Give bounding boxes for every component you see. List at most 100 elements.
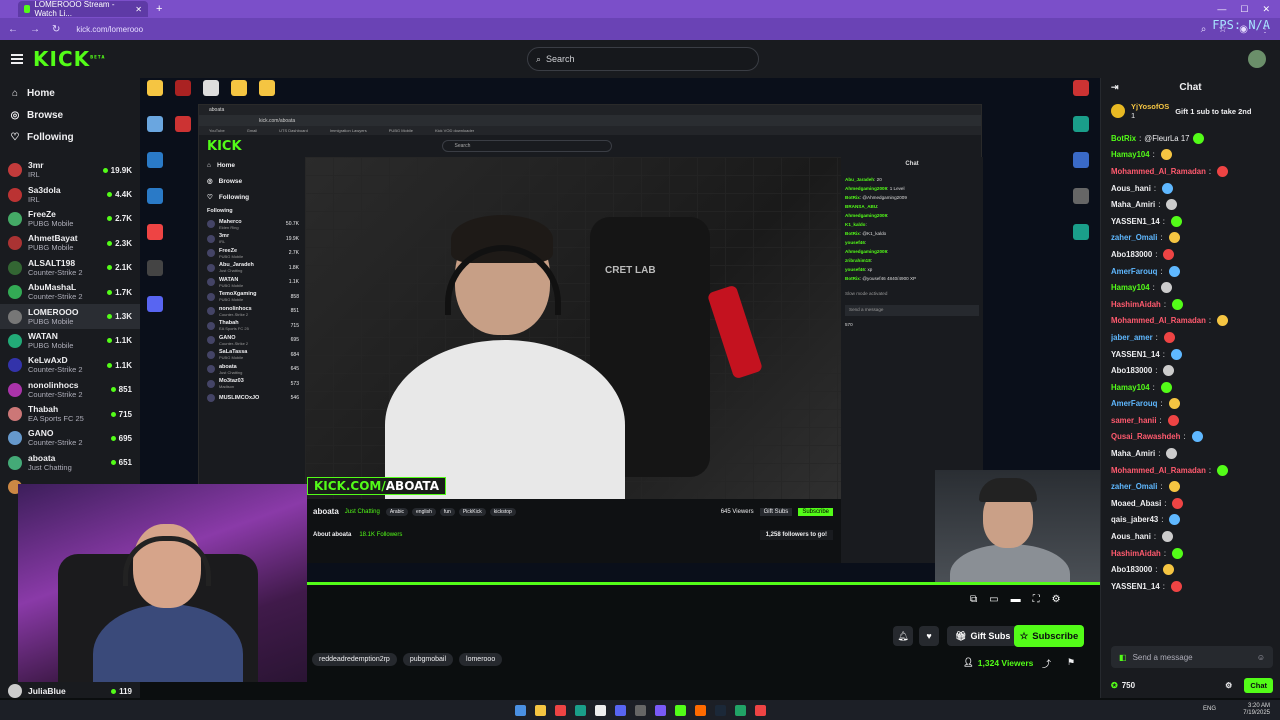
chat-username[interactable]: Maha_Amiri — [1111, 200, 1155, 209]
chat-username[interactable]: Hamay104 — [1111, 283, 1150, 292]
excel-icon[interactable] — [734, 704, 746, 716]
chat-send-button[interactable]: Chat — [1244, 677, 1273, 693]
chat-username[interactable]: samer_hanii — [1111, 416, 1157, 425]
settings-gear-icon[interactable]: ⚙ — [1052, 594, 1061, 605]
browser-tab[interactable]: LOMEROOO Stream - Watch Li... ✕ — [18, 0, 148, 18]
chat-username[interactable]: Maha_Amiri — [1111, 449, 1155, 458]
sidebar-item-juliablue[interactable]: JuliaBlue 119 — [0, 684, 140, 698]
clip-icon[interactable]: ▭ — [989, 594, 998, 605]
chat-username[interactable]: jaber_amer — [1111, 333, 1153, 342]
zoom-icon[interactable]: ⌕ — [1201, 24, 1207, 35]
new-tab-icon[interactable]: + — [156, 3, 162, 15]
reload-icon[interactable]: ↻ — [52, 24, 60, 35]
chat-username[interactable]: HashimAidah — [1111, 549, 1161, 558]
chrome-icon[interactable] — [554, 704, 566, 716]
sidebar-channel-abumashal[interactable]: AbuMashaL Counter-Strike 2 1.7K — [0, 280, 140, 304]
chat-username[interactable]: Mohammed_Al_Ramadan — [1111, 167, 1206, 176]
pinned-gift-banner[interactable]: YjYosofOS 1 Gift 1 sub to take 2nd — [1101, 96, 1280, 126]
chat-username[interactable]: Hamay104 — [1111, 383, 1150, 392]
search-input[interactable]: ⌕ Search — [527, 47, 759, 71]
chat-username[interactable]: HashimAidah — [1111, 300, 1161, 309]
chat-username[interactable]: AmerFarouq — [1111, 267, 1157, 276]
collapse-chat-icon[interactable]: ⇥ — [1111, 82, 1119, 93]
sidebar-channel-gano[interactable]: GANO Counter-Strike 2 695 — [0, 426, 140, 450]
viewer-count: 👤︎ 1,324 Viewers — [963, 657, 1034, 668]
gift-subs-button[interactable]: 🎁︎ Gift Subs — [947, 626, 1019, 646]
emote-picker-icon[interactable]: ☺ — [1257, 653, 1265, 662]
chat-username[interactable]: Mohammed_Al_Ramadan — [1111, 466, 1206, 475]
sidebar-channel-nonolinhocs[interactable]: nonolinhocs Counter-Strike 2 851 — [0, 378, 140, 402]
close-window-icon[interactable]: ✕ — [1262, 4, 1270, 15]
system-clock[interactable]: 3:20 AM 7/19/2025 — [1243, 703, 1270, 717]
nav-home[interactable]: ⌂ Home — [0, 82, 140, 104]
chat-username[interactable]: Abo183000 — [1111, 565, 1152, 574]
stream-tag[interactable]: reddeadredemption2rp — [312, 653, 397, 666]
kick-app-icon[interactable] — [674, 704, 686, 716]
steam-icon[interactable] — [714, 704, 726, 716]
nav-following[interactable]: ♡ Following — [0, 126, 140, 148]
chat-username[interactable]: Aous_hani — [1111, 184, 1151, 193]
chat-username[interactable]: AmerFarouq — [1111, 399, 1157, 408]
sidebar-channel-sa3dola[interactable]: Sa3dola IRL 4.4K — [0, 182, 140, 206]
chat-username[interactable]: YASSEN1_14 — [1111, 582, 1160, 591]
maximize-icon[interactable]: ☐ — [1240, 4, 1248, 15]
inner-follow-item: 3mr IRL 19.9K — [199, 232, 305, 247]
sidebar-channel-aboata[interactable]: aboata Just Chatting 651 — [0, 451, 140, 475]
nav-browse[interactable]: ◎ Browse — [0, 104, 140, 126]
minimize-icon[interactable]: — — [1217, 4, 1226, 15]
app-icon[interactable] — [694, 704, 706, 716]
fullscreen-icon[interactable]: ⛶ — [1033, 594, 1040, 605]
chat-message-input[interactable]: ◧ Send a message ☺ — [1111, 646, 1273, 668]
forward-icon[interactable]: → — [30, 24, 40, 35]
sidebar-channel-thabah[interactable]: Thabah EA Sports FC 25 715 — [0, 402, 140, 426]
sidebar-channel-3mr[interactable]: 3mr IRL 19.9K — [0, 158, 140, 182]
chat-username[interactable]: Qusai_Rawashdeh — [1111, 432, 1180, 441]
menu-icon[interactable] — [11, 54, 23, 64]
theater-icon[interactable]: ▬ — [1011, 594, 1021, 605]
video-progress-bar[interactable] — [307, 582, 1100, 585]
app-icon[interactable] — [654, 704, 666, 716]
stream-tag[interactable]: lomerooo — [459, 653, 503, 666]
discord-icon[interactable] — [614, 704, 626, 716]
chat-message: Mohammed_Al_Ramadan: — [1111, 462, 1270, 479]
chat-username[interactable]: qais_jaber43 — [1111, 515, 1158, 524]
chat-username[interactable]: Abo183000 — [1111, 366, 1152, 375]
sidebar-channel-lomerooo[interactable]: LOMEROOO PUBG Mobile 1.3K — [0, 304, 140, 329]
app-icon[interactable] — [634, 704, 646, 716]
stream-tag[interactable]: pubgmobail — [402, 653, 454, 666]
user-avatar[interactable] — [1248, 50, 1266, 68]
sidebar-channel-alsalt198[interactable]: ALSALT198 Counter-Strike 2 2.1K — [0, 256, 140, 280]
chat-username[interactable]: YASSEN1_14 — [1111, 217, 1160, 226]
pip-icon[interactable]: ⧉ — [970, 594, 977, 605]
chat-username[interactable]: Aous_hani — [1111, 532, 1151, 541]
chat-username[interactable]: YASSEN1_14 — [1111, 350, 1160, 359]
chat-username[interactable]: Hamay104 — [1111, 150, 1150, 159]
input-language[interactable]: ENG — [1203, 706, 1216, 712]
url-field[interactable]: kick.com/lomerooo — [76, 25, 143, 34]
report-flag-icon[interactable]: ⚑ — [1067, 657, 1075, 668]
sidebar-channel-kelwaxd[interactable]: KeLwAxD Counter-Strike 2 1.1K — [0, 353, 140, 377]
start-icon[interactable] — [514, 704, 526, 716]
sidebar-channel-watan[interactable]: WATAN PUBG Mobile 1.1K — [0, 329, 140, 353]
chat-username[interactable]: Abo183000 — [1111, 250, 1152, 259]
emoji-icon[interactable]: ◧ — [1119, 653, 1127, 662]
chat-username[interactable]: BotRix — [1111, 134, 1136, 143]
notification-bell-button[interactable]: 🔔︎ — [893, 626, 913, 646]
chat-settings-icon[interactable]: ⚙ — [1225, 681, 1232, 690]
follow-button[interactable]: ♥ — [919, 626, 939, 646]
back-icon[interactable]: ← — [8, 24, 18, 35]
close-tab-icon[interactable]: ✕ — [135, 5, 142, 14]
chat-username[interactable]: zaher_Omali — [1111, 482, 1157, 491]
subscribe-button[interactable]: ☆ Subscribe — [1014, 625, 1084, 647]
obs-icon[interactable] — [594, 704, 606, 716]
app-icon[interactable] — [754, 704, 766, 716]
chat-username[interactable]: Moaed_Abasi — [1111, 499, 1161, 508]
share-icon[interactable]: ⤴ — [1042, 657, 1051, 670]
edge-icon[interactable] — [574, 704, 586, 716]
file-explorer-icon[interactable] — [534, 704, 546, 716]
chat-username[interactable]: Mohammed_Al_Ramadan — [1111, 316, 1206, 325]
sidebar-channel-freeze[interactable]: FreeZe PUBG Mobile 2.7K — [0, 207, 140, 231]
chat-username[interactable]: zaher_Omali — [1111, 233, 1157, 242]
kick-logo[interactable]: KICKBETA — [33, 47, 105, 71]
sidebar-channel-ahmetbayat[interactable]: AhmetBayat PUBG Mobile 2.3K — [0, 231, 140, 255]
